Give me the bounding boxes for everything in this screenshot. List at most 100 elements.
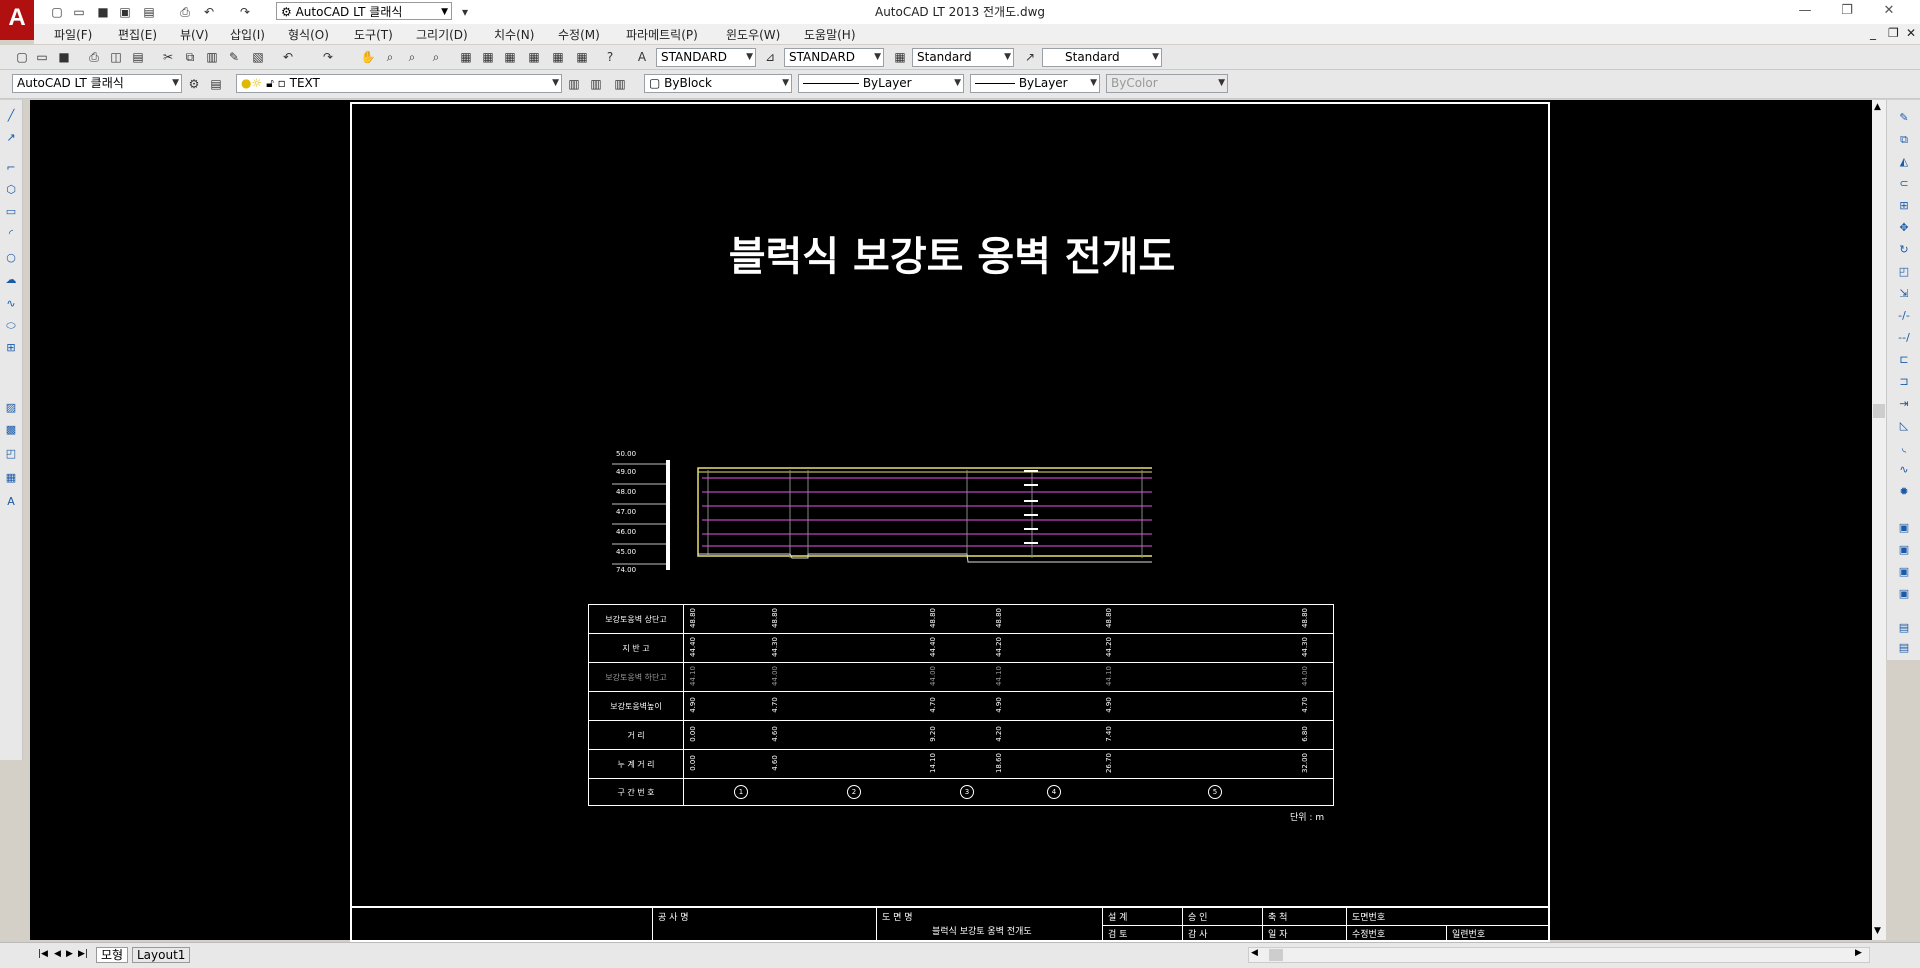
polyline-icon[interactable]: ⌐ — [3, 160, 19, 176]
dim-style-combo[interactable]: STANDARD ▼ — [784, 48, 884, 67]
linetype-combo[interactable]: ByLayer ▼ — [798, 74, 964, 93]
preview-icon[interactable]: ◫ — [108, 49, 124, 65]
layer-previous-icon[interactable]: ▥ — [588, 76, 604, 92]
scroll-left-icon[interactable]: ◀ — [1251, 948, 1258, 958]
color-combo[interactable]: ▢ ByBlock ▼ — [644, 74, 792, 93]
trim-icon[interactable]: -/- — [1896, 308, 1912, 324]
spline-icon[interactable]: ∿ — [3, 296, 19, 312]
chamfer-icon[interactable]: ◺ — [1896, 418, 1912, 434]
zoom-window-icon[interactable]: ⌕ — [404, 49, 420, 65]
tab-model[interactable]: 모형 — [96, 947, 129, 963]
blend-curves-icon[interactable]: ∿ — [1896, 462, 1912, 478]
gradient-icon[interactable]: ▩ — [3, 422, 19, 438]
menu-help[interactable]: 도움말(H) — [804, 26, 856, 43]
menu-file[interactable]: 파일(F) — [54, 26, 92, 43]
scale-icon[interactable]: ◰ — [1896, 264, 1912, 280]
save-file-icon[interactable]: ■ — [56, 49, 72, 65]
polygon-icon[interactable]: ⬡ — [3, 182, 19, 198]
table-style-combo[interactable]: Standard ▼ — [912, 48, 1014, 67]
mtext-icon[interactable]: A — [3, 494, 19, 510]
redo-toolbar-icon[interactable]: ↷ — [320, 49, 336, 65]
erase-icon[interactable]: ✎ — [1896, 110, 1912, 126]
tab-layout1[interactable]: Layout1 — [132, 947, 191, 963]
doc-close-icon[interactable]: ✕ — [1906, 26, 1916, 40]
horizontal-scrollbar[interactable]: ◀ ▶ — [1248, 947, 1870, 963]
block-editor-icon[interactable]: ▧ — [250, 49, 266, 65]
offset-icon[interactable]: ⊂ — [1896, 176, 1912, 192]
pan-icon[interactable]: ✋ — [360, 49, 376, 65]
qnew-icon[interactable]: ▢ — [14, 49, 30, 65]
menu-edit[interactable]: 편집(E) — [118, 26, 157, 43]
minimize-icon[interactable]: — — [1790, 2, 1820, 20]
array-icon[interactable]: ⊞ — [1896, 198, 1912, 214]
join-icon[interactable]: ⇥ — [1896, 396, 1912, 412]
mleader-style-combo[interactable]: Standard ▼ — [1042, 48, 1162, 67]
markup-icon[interactable]: ▦ — [550, 49, 566, 65]
doc-minimize-icon[interactable]: _ — [1870, 26, 1876, 40]
menu-draw[interactable]: 그리기(D) — [416, 26, 468, 43]
sheet-set-icon[interactable]: ▦ — [526, 49, 542, 65]
draworder-under-icon[interactable]: ▣ — [1896, 586, 1912, 602]
vertical-scroll-thumb[interactable] — [1873, 404, 1885, 418]
region-icon[interactable]: ◰ — [3, 446, 19, 462]
draworder-back-icon[interactable]: ▣ — [1896, 542, 1912, 558]
table-icon[interactable]: ▦ — [3, 470, 19, 486]
make-current-layer-icon[interactable]: ▥ — [566, 76, 582, 92]
workspace-toolbar-combo[interactable]: AutoCAD LT 클래식 ▼ — [12, 74, 182, 93]
move-icon[interactable]: ✥ — [1896, 220, 1912, 236]
menu-parametric[interactable]: 파라메트릭(P) — [626, 26, 698, 43]
break-icon[interactable]: ⊐ — [1896, 374, 1912, 390]
application-menu-button[interactable]: A — [0, 0, 34, 40]
draworder-front-icon[interactable]: ▣ — [1896, 520, 1912, 536]
circle-icon[interactable]: ○ — [3, 250, 19, 266]
dim-style-icon[interactable]: ⊿ — [762, 49, 778, 65]
table-style-icon[interactable]: ▦ — [892, 49, 908, 65]
scroll-up-icon[interactable]: ▲ — [1874, 102, 1881, 112]
break-at-point-icon[interactable]: ⊏ — [1896, 352, 1912, 368]
cut-icon[interactable]: ✂ — [160, 49, 176, 65]
text-style-combo[interactable]: STANDARD ▼ — [656, 48, 756, 67]
lineweight-combo[interactable]: ByLayer ▼ — [970, 74, 1100, 93]
text-style-icon[interactable]: A — [634, 49, 650, 65]
calculator-icon[interactable]: ▦ — [574, 49, 590, 65]
zoom-realtime-icon[interactable]: ⌕ — [382, 49, 398, 65]
line-tool-icon[interactable]: ╱ — [3, 108, 19, 124]
fillet-icon[interactable]: ◟ — [1896, 440, 1912, 456]
doc-restore-icon[interactable]: ❐ — [1888, 26, 1899, 40]
menu-dimension[interactable]: 치수(N) — [494, 26, 534, 43]
rotate-icon[interactable]: ↻ — [1896, 242, 1912, 258]
extend-icon[interactable]: --/ — [1896, 330, 1912, 346]
layer-states-icon[interactable]: ▥ — [612, 76, 628, 92]
design-center-icon[interactable]: ▦ — [480, 49, 496, 65]
menu-modify[interactable]: 수정(M) — [558, 26, 600, 43]
tab-last-icon[interactable]: ▶| — [74, 947, 92, 961]
rectangle-icon[interactable]: ▭ — [3, 204, 19, 220]
horizontal-scroll-thumb[interactable] — [1269, 949, 1283, 961]
menu-format[interactable]: 형식(O) — [288, 26, 329, 43]
zoom-previous-icon[interactable]: ⌕ — [428, 49, 444, 65]
menu-tools[interactable]: 도구(T) — [354, 26, 393, 43]
match-properties-icon[interactable]: ✎ — [226, 49, 242, 65]
mleader-style-icon[interactable]: ↗ — [1022, 49, 1038, 65]
close-icon[interactable]: ✕ — [1874, 2, 1904, 20]
paste-icon[interactable]: ▥ — [204, 49, 220, 65]
plot-icon[interactable]: ⎙ — [86, 49, 102, 65]
insert-block-icon[interactable]: ⊞ — [3, 340, 19, 356]
stretch-icon[interactable]: ⇲ — [1896, 286, 1912, 302]
explode-icon[interactable]: ✹ — [1896, 484, 1912, 500]
copy-icon[interactable]: ⧉ — [182, 49, 198, 65]
hatch-back-icon[interactable]: ▤ — [1896, 640, 1912, 656]
hatch-icon[interactable]: ▨ — [3, 400, 19, 416]
scroll-right-icon[interactable]: ▶ — [1855, 948, 1862, 958]
layer-combo[interactable]: ●☼ 🔓︎ ▫ TEXT ▼ — [236, 74, 562, 93]
arc-icon[interactable]: ◜ — [3, 226, 19, 242]
copy-object-icon[interactable]: ⧉ — [1896, 132, 1912, 148]
construction-line-icon[interactable]: ↗ — [3, 130, 19, 146]
menu-insert[interactable]: 삽입(I) — [230, 26, 265, 43]
draworder-above-icon[interactable]: ▣ — [1896, 564, 1912, 580]
publish-file-icon[interactable]: ▤ — [130, 49, 146, 65]
vertical-scrollbar[interactable]: ▲ ▼ — [1872, 100, 1886, 940]
menu-window[interactable]: 윈도우(W) — [726, 26, 780, 43]
mirror-icon[interactable]: ◭ — [1896, 154, 1912, 170]
restore-icon[interactable]: ❐ — [1832, 2, 1862, 20]
